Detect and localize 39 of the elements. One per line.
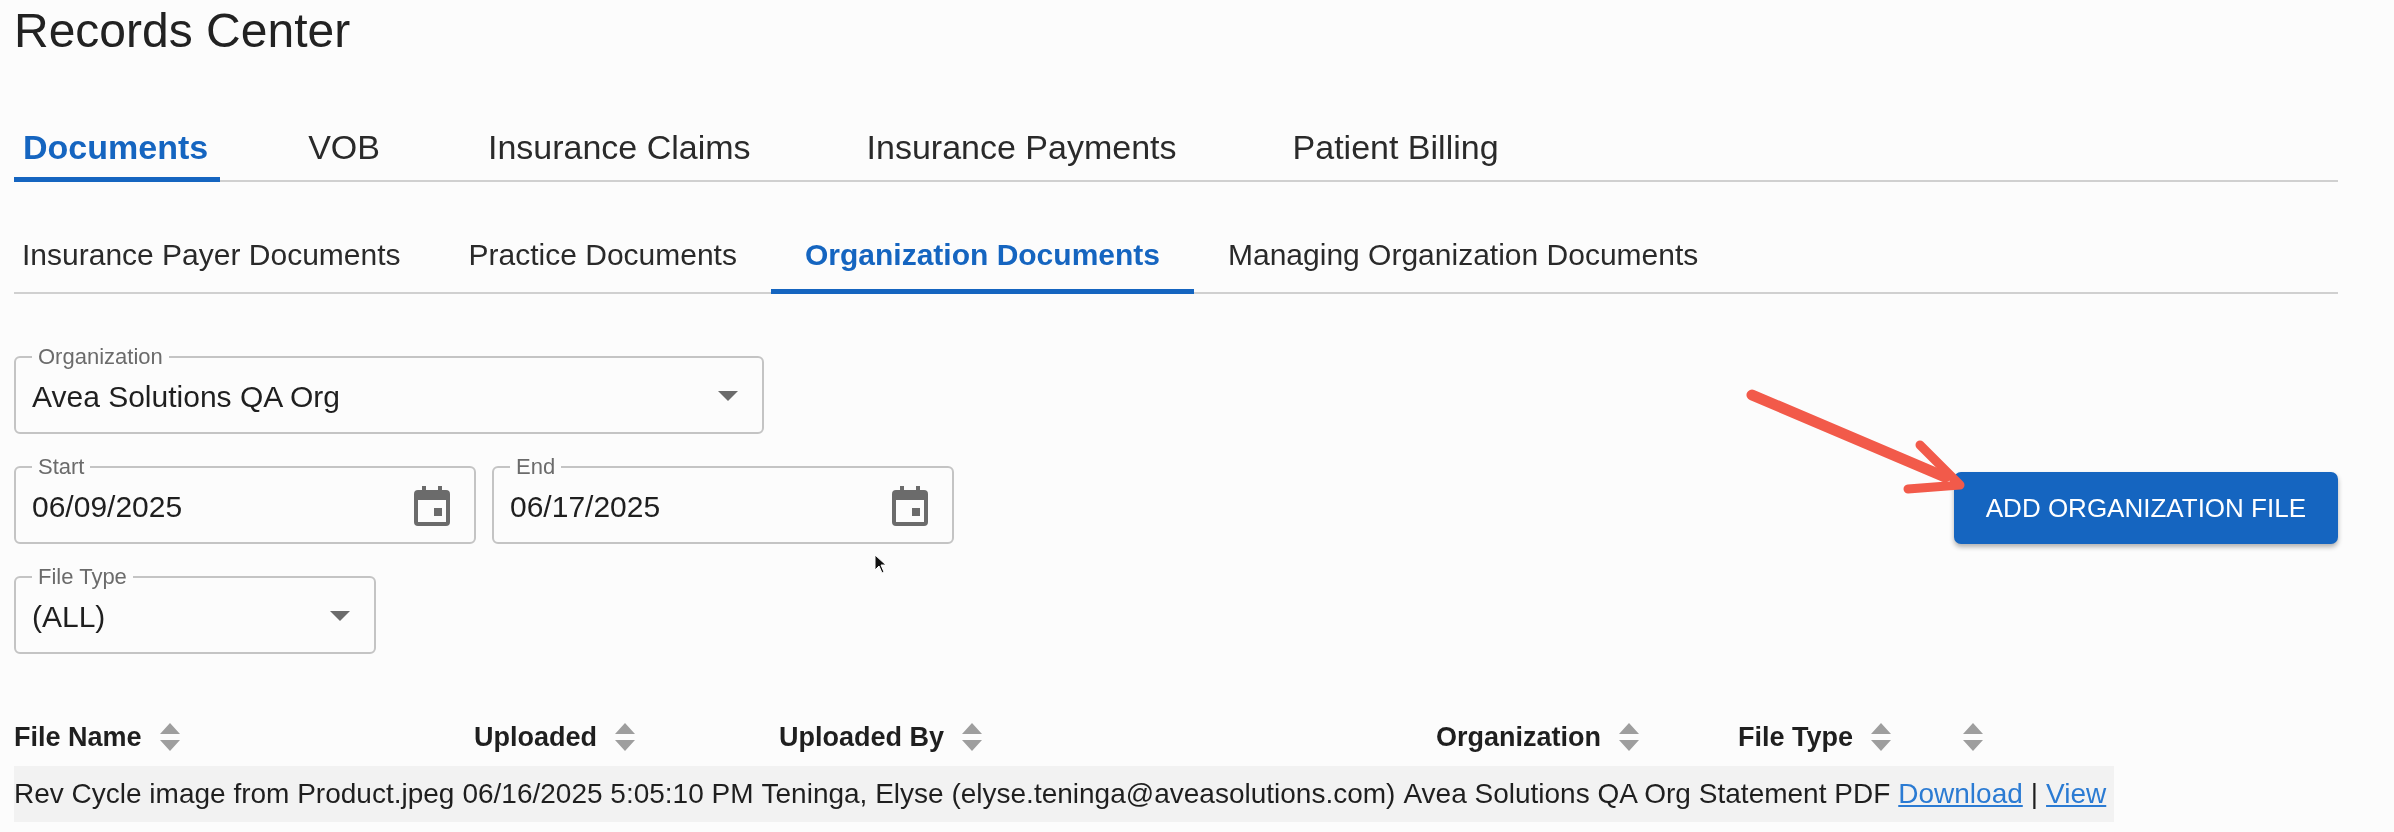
sort-icon[interactable] xyxy=(1619,723,1639,751)
sort-icon[interactable] xyxy=(615,723,635,751)
table-cell-text: 06/16/2025 5:05:10 PM xyxy=(462,777,754,811)
table-cell-text: Teninga, Elyse (elyse.teninga@aveasolutions.com) xyxy=(761,777,1396,811)
date-field[interactable]: Start 06/09/2025 xyxy=(14,456,476,544)
date-field[interactable]: End 06/17/2025 xyxy=(492,456,954,544)
sort-icon[interactable] xyxy=(159,723,180,751)
sub-tab[interactable]: Organization Documents xyxy=(770,226,1194,294)
calendar-icon[interactable] xyxy=(414,486,450,526)
column-header[interactable]: File Name xyxy=(14,716,142,758)
sub-tab[interactable]: Practice Documents xyxy=(434,226,771,294)
main-tab[interactable]: Insurance Claims xyxy=(467,122,771,182)
main-tab[interactable]: Documents xyxy=(14,122,221,182)
table-link[interactable]: View xyxy=(2046,773,2107,815)
sub-tab[interactable]: Insurance Payer Documents xyxy=(14,226,435,294)
main-tab[interactable]: Insurance Payments xyxy=(846,122,1197,182)
sub-tab[interactable]: Managing Organization Documents xyxy=(1194,226,1733,294)
table-link[interactable]: Download xyxy=(1898,773,2023,815)
select-field[interactable]: File Type (ALL) xyxy=(14,566,376,654)
main-tab[interactable]: Patient Billing xyxy=(1272,122,1519,182)
sort-icon[interactable] xyxy=(962,723,983,751)
select-field[interactable]: Organization Avea Solutions QA Org xyxy=(14,346,764,434)
table-cell-text: Rev Cycle image from Product.jpeg xyxy=(14,777,455,811)
column-header[interactable]: Uploaded xyxy=(474,716,597,758)
calendar-icon[interactable] xyxy=(892,486,928,526)
column-header[interactable]: File Type xyxy=(1738,716,1854,758)
link-separator: | xyxy=(2030,777,2039,811)
table-cell-text: Avea Solutions QA Org xyxy=(1403,777,1691,811)
column-header[interactable]: Uploaded By xyxy=(779,716,945,758)
dropdown-caret-icon xyxy=(330,611,350,621)
sort-icon[interactable] xyxy=(1963,723,1983,751)
sort-icon[interactable] xyxy=(1871,723,1892,751)
add-organization-file-button[interactable]: ADD ORGANIZATION FILE xyxy=(1953,472,2338,544)
main-tab[interactable]: VOB xyxy=(296,122,392,182)
column-header[interactable]: Organization xyxy=(1436,716,1601,758)
mouse-cursor-icon xyxy=(874,554,887,574)
table-cell-text: Statement PDF xyxy=(1698,777,1891,811)
page-title: Records Center xyxy=(14,3,352,59)
dropdown-caret-icon xyxy=(718,391,738,401)
